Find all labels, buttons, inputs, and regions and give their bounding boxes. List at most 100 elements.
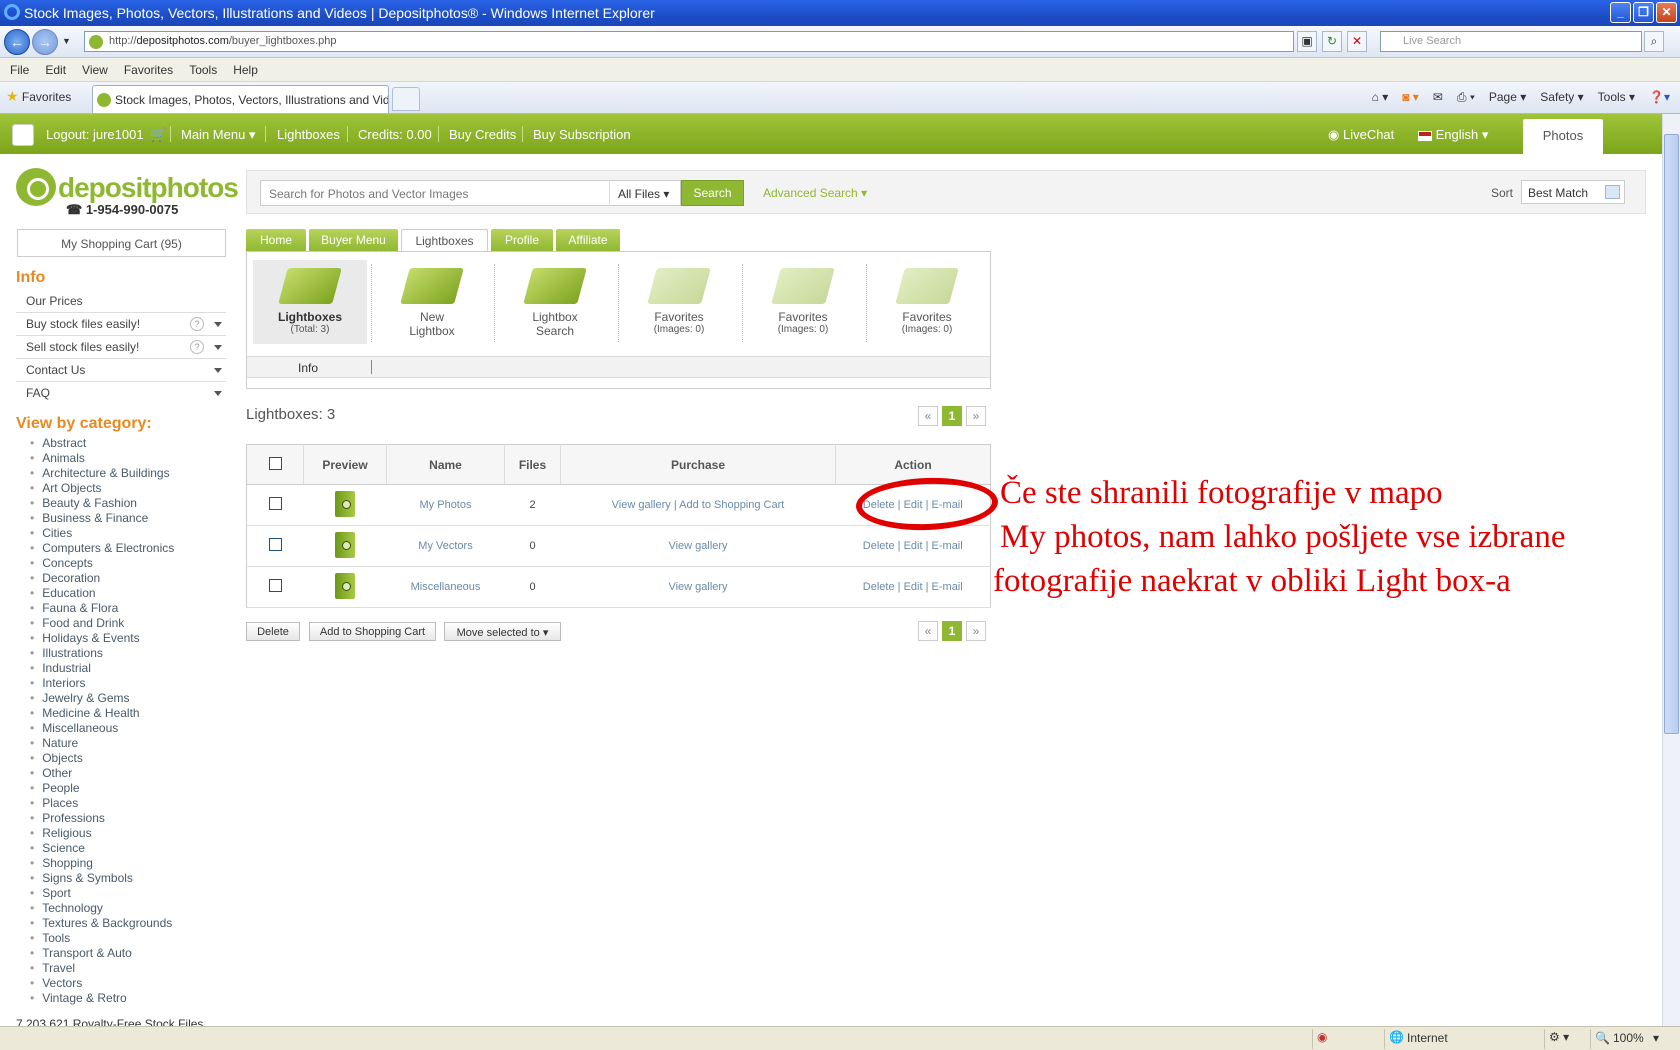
row-checkbox[interactable] xyxy=(268,579,282,592)
file-type-select[interactable]: All Files ▾ xyxy=(609,180,681,206)
refresh-icon[interactable]: ↻ xyxy=(1322,31,1342,52)
category-link[interactable]: Sport xyxy=(30,886,174,901)
category-link[interactable]: Fauna & Flora xyxy=(30,601,174,616)
category-link[interactable]: Science xyxy=(30,841,174,856)
category-link[interactable]: Miscellaneous xyxy=(30,721,174,736)
chevron-down-icon[interactable] xyxy=(214,322,222,327)
category-link[interactable]: Technology xyxy=(30,901,174,916)
shopping-cart-button[interactable]: My Shopping Cart (95) xyxy=(17,229,226,257)
category-link[interactable]: Religious xyxy=(30,826,174,841)
pager-prev-button[interactable]: « xyxy=(918,621,938,641)
help-icon[interactable]: ❓▾ xyxy=(1649,90,1670,105)
menu-help[interactable]: Help xyxy=(233,63,258,77)
delete-link[interactable]: Delete xyxy=(863,581,895,593)
email-link[interactable]: E-mail xyxy=(932,540,963,552)
sell-stock-link[interactable]: Sell stock files easily!? xyxy=(16,337,226,359)
feeds-icon[interactable]: ◙ ▾ xyxy=(1402,90,1419,105)
zoom-chevron-icon[interactable]: ▾ xyxy=(1653,1031,1659,1045)
delete-link[interactable]: Delete xyxy=(863,540,895,552)
mail-icon[interactable]: ✉ xyxy=(1433,90,1443,105)
category-link[interactable]: Tools xyxy=(30,931,174,946)
buy-credits-link[interactable]: Buy Credits xyxy=(449,127,516,142)
tile-lightboxes[interactable]: Lightboxes (Total: 3) xyxy=(253,260,367,344)
menu-edit[interactable]: Edit xyxy=(45,63,66,77)
add-to-cart-link[interactable]: Add to Shopping Cart xyxy=(679,499,784,511)
category-link[interactable]: Places xyxy=(30,796,174,811)
tile-favorites-1[interactable]: Favorites (Images: 0) xyxy=(622,260,736,344)
camera-icon[interactable] xyxy=(12,124,34,146)
help-question-icon[interactable]: ? xyxy=(190,340,204,354)
category-link[interactable]: Abstract xyxy=(30,436,174,451)
view-gallery-link[interactable]: View gallery xyxy=(668,581,727,593)
tile-favorites-3[interactable]: Favorites (Images: 0) xyxy=(870,260,984,344)
add-selected-to-cart-button[interactable]: Add to Shopping Cart xyxy=(309,622,436,641)
lightbox-vector-icon[interactable] xyxy=(335,531,355,558)
row-checkbox[interactable] xyxy=(268,497,282,510)
settings-icon[interactable]: ⚙ ▾ xyxy=(1549,1030,1569,1044)
category-link[interactable]: Objects xyxy=(30,751,174,766)
pager-prev-button[interactable]: « xyxy=(918,406,938,426)
buy-stock-link[interactable]: Buy stock files easily!? xyxy=(16,314,226,336)
pager-current-page[interactable]: 1 xyxy=(942,621,962,641)
stop-icon[interactable]: ✕ xyxy=(1347,31,1367,52)
row-checkbox[interactable] xyxy=(268,538,282,551)
our-prices-link[interactable]: Our Prices xyxy=(16,291,226,313)
category-link[interactable]: Illustrations xyxy=(30,646,174,661)
category-link[interactable]: Signs & Symbols xyxy=(30,871,174,886)
category-link[interactable]: Concepts xyxy=(30,556,174,571)
dropdown-arrow-icon[interactable] xyxy=(1605,185,1620,199)
edit-link[interactable]: Edit xyxy=(904,581,923,593)
close-window-button[interactable]: ✕ xyxy=(1656,2,1677,23)
menu-view[interactable]: View xyxy=(82,63,108,77)
category-link[interactable]: Interiors xyxy=(30,676,174,691)
category-link[interactable]: Travel xyxy=(30,961,174,976)
category-link[interactable]: Nature xyxy=(30,736,174,751)
category-link[interactable]: Cities xyxy=(30,526,174,541)
category-link[interactable]: Holidays & Events xyxy=(30,631,174,646)
home-icon[interactable]: ⌂ ▾ xyxy=(1372,90,1389,105)
tab-profile[interactable]: Profile xyxy=(491,229,553,251)
logout-link[interactable]: Logout: jure1001 xyxy=(46,127,144,142)
category-link[interactable]: Art Objects xyxy=(30,481,174,496)
tab-lightboxes[interactable]: Lightboxes xyxy=(401,229,488,252)
restore-button[interactable]: ❐ xyxy=(1633,2,1654,23)
address-field[interactable]: http://depositphotos.com/buyer_lightboxe… xyxy=(84,31,1294,52)
contact-us-link[interactable]: Contact Us xyxy=(16,360,226,382)
scrollbar-thumb[interactable] xyxy=(1664,134,1679,734)
category-link[interactable]: Vintage & Retro xyxy=(30,991,174,1006)
tab-buyer-menu[interactable]: Buyer Menu xyxy=(309,229,398,251)
live-search-input[interactable]: Live Search xyxy=(1380,31,1642,52)
view-gallery-link[interactable]: View gallery xyxy=(668,540,727,552)
help-question-icon[interactable]: ? xyxy=(190,317,204,331)
menu-file[interactable]: File xyxy=(10,63,29,77)
photos-tab[interactable]: Photos xyxy=(1523,119,1603,154)
page-menu[interactable]: Page ▾ xyxy=(1489,90,1526,105)
category-link[interactable]: Education xyxy=(30,586,174,601)
delete-selected-button[interactable]: Delete xyxy=(246,622,300,641)
tile-new-lightbox[interactable]: New Lightbox xyxy=(375,260,489,344)
move-selected-select[interactable]: Move selected to ▾ xyxy=(444,622,561,641)
tab-affiliate[interactable]: Affiliate xyxy=(556,229,620,251)
back-button[interactable]: ← xyxy=(4,29,30,55)
search-button[interactable]: Search xyxy=(681,180,744,206)
faq-link[interactable]: FAQ xyxy=(16,383,226,405)
tab-home[interactable]: Home xyxy=(246,229,306,251)
category-link[interactable]: Computers & Electronics xyxy=(30,541,174,556)
pager-current-page[interactable]: 1 xyxy=(942,406,962,426)
category-link[interactable]: Textures & Backgrounds xyxy=(30,916,174,931)
chevron-down-icon[interactable] xyxy=(214,345,222,350)
lightbox-folder-icon[interactable] xyxy=(335,572,355,599)
tile-lightbox-search[interactable]: Lightbox Search xyxy=(498,260,612,344)
chevron-down-icon[interactable] xyxy=(214,368,222,373)
new-tab-button[interactable] xyxy=(392,87,420,111)
category-link[interactable]: Business & Finance xyxy=(30,511,174,526)
lightbox-name-link[interactable]: My Photos xyxy=(386,484,505,526)
print-icon[interactable]: ⎙ ▾ xyxy=(1457,90,1475,105)
pager-next-button[interactable]: » xyxy=(966,621,986,641)
menu-favorites[interactable]: Favorites xyxy=(124,63,173,77)
category-link[interactable]: Architecture & Buildings xyxy=(30,466,174,481)
category-link[interactable]: Medicine & Health xyxy=(30,706,174,721)
email-link[interactable]: E-mail xyxy=(932,581,963,593)
tools-menu[interactable]: Tools ▾ xyxy=(1598,90,1635,105)
info-strip-label[interactable]: Info xyxy=(298,361,318,375)
